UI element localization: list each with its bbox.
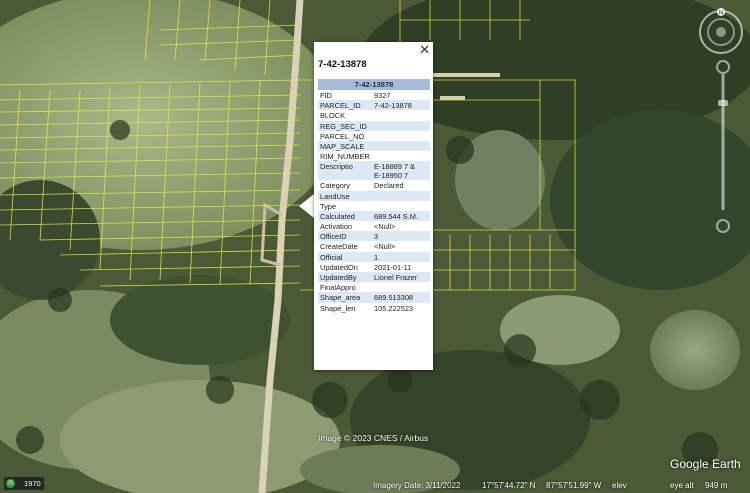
attr-key: PARCEL_NO [320, 131, 365, 141]
attr-value: Declared [374, 181, 404, 191]
popup-title: 7-42-13878 [318, 59, 367, 70]
eye-alt-label: eye alt [670, 481, 694, 490]
attr-value [372, 120, 430, 131]
parcel-info-popup: ✕ 7-42-13878 7-42-13878 FID 9327 PARCEL_I… [314, 42, 433, 370]
attr-key: Shape_area [318, 292, 372, 303]
attr-key: UpdatedOn [320, 262, 358, 272]
attr-key: FinalAppro [320, 283, 356, 293]
attr-value: 105.222523 [374, 303, 414, 313]
attr-key: Shape_len [320, 303, 356, 313]
attr-value [372, 151, 430, 161]
attr-value: 1 [372, 251, 430, 262]
attr-value [372, 190, 430, 201]
attr-key: PARCEL_ID [318, 100, 372, 111]
attr-value: 689.544 S.M. [372, 210, 430, 222]
attr-key: FID [320, 91, 332, 100]
attr-key: Descriptio [318, 161, 372, 181]
attr-key: CreateDate [320, 242, 358, 252]
attr-value [372, 140, 430, 152]
close-icon[interactable]: ✕ [419, 43, 430, 57]
compass-control[interactable]: N [697, 8, 745, 56]
attr-value: 2021-01-11 [374, 262, 412, 272]
attr-value-line1: E-18889 7 & [374, 162, 416, 172]
attribute-table: 7-42-13878 FID 9327 PARCEL_ID 7-42-13878 B… [318, 79, 430, 313]
attr-key: Official [318, 251, 372, 262]
attr-key: LandUse [318, 190, 372, 201]
attr-value [372, 282, 430, 292]
attr-key: OfficeID [318, 231, 372, 242]
attr-value: 689.513308 [372, 292, 430, 303]
zoom-slider-icon [716, 60, 730, 233]
attr-value [372, 110, 430, 120]
attr-key: Calculated [318, 210, 372, 222]
eye-alt-value: 949 m [705, 481, 728, 490]
status-bar: Imagery Date: 3/11/2022 17°57'44.72" N 8… [0, 478, 750, 493]
attr-value: 3 [372, 231, 430, 242]
attr-key: UpdatedBy [318, 272, 372, 283]
elevation-label: elev [612, 481, 627, 490]
attribute-table-header: 7-42-13878 [318, 79, 430, 90]
attr-value [372, 131, 430, 141]
longitude-readout: 87°57'51.99" W [546, 481, 602, 490]
compass-icon: N [699, 8, 743, 54]
image-credit: Image © 2023 CNES / Airbus [318, 433, 429, 443]
attr-value: <Null> [374, 222, 396, 232]
google-earth-logo: Google Earth [670, 457, 741, 471]
latitude-readout: 17°57'44.72" N [482, 481, 536, 490]
attr-value [372, 201, 430, 211]
attr-key: Category [320, 181, 350, 191]
zoom-slider[interactable] [716, 60, 730, 236]
attr-value: 9327 [374, 91, 391, 100]
attr-key: MAP_SCALE [318, 140, 372, 152]
attr-value-line2: E-18950 7 [374, 171, 409, 181]
attr-key: Type [320, 201, 337, 211]
attr-key: REG_SEC_ID [318, 120, 372, 131]
imagery-date: Imagery Date: 3/11/2022 [373, 481, 461, 490]
attr-key: BLOCK [320, 111, 346, 121]
attr-value: Lionel Frazer [372, 272, 430, 283]
popup-pointer [299, 194, 314, 218]
attr-value: <Null> [374, 242, 396, 252]
attr-key: RIM_NUMBER [320, 152, 370, 162]
compass-north-label: N [719, 11, 723, 17]
attr-key: Activation [320, 222, 353, 232]
attr-value: E-18889 7 & E-18950 7 [372, 161, 430, 181]
attr-value: 7-42-13878 [372, 100, 430, 111]
